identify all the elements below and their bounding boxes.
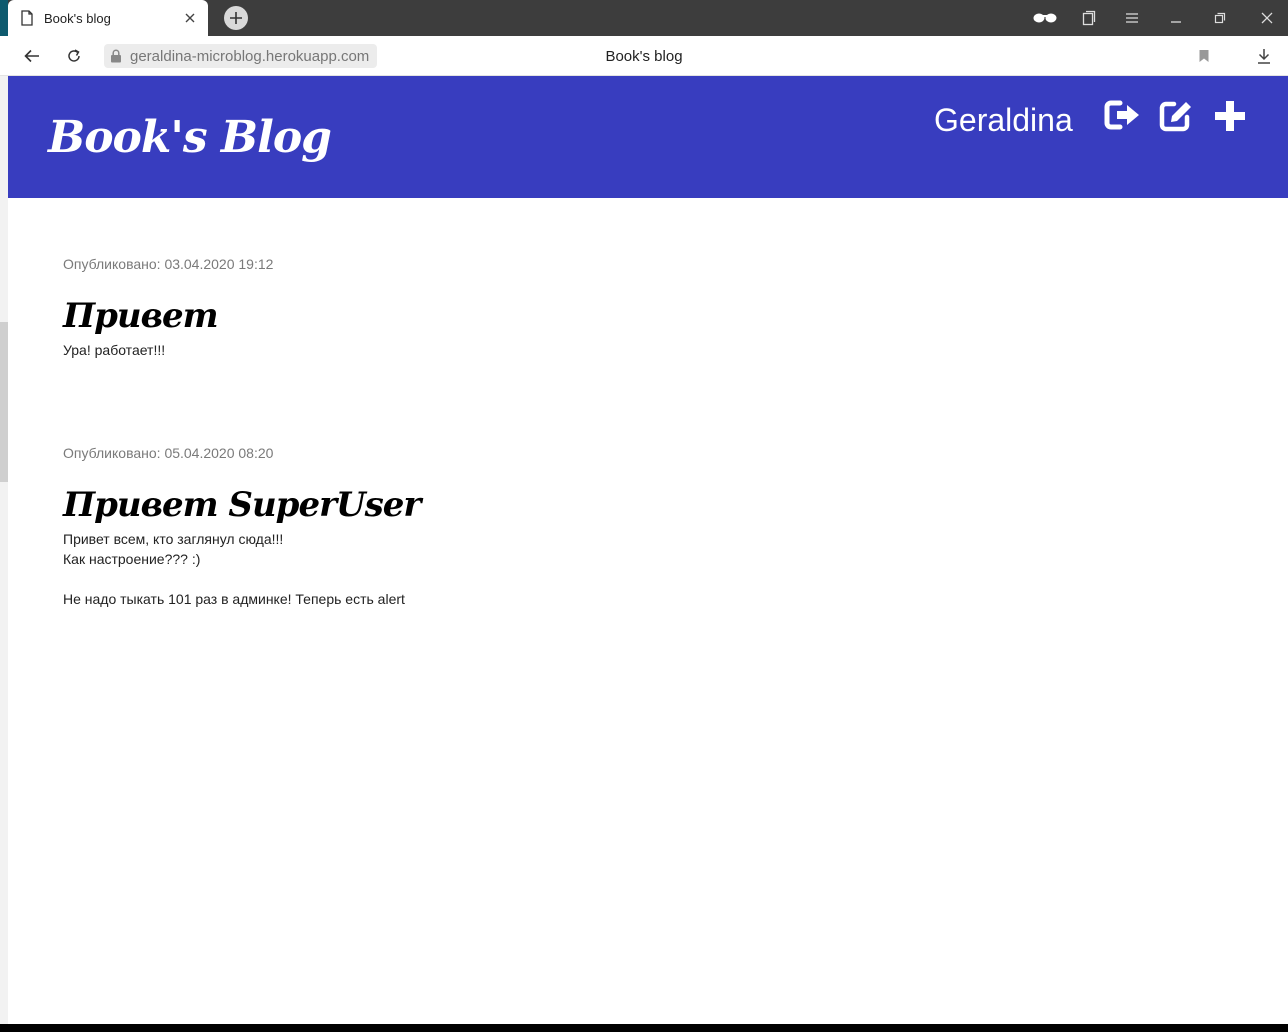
site-logo[interactable]: Book's Blog	[48, 112, 332, 163]
scrollbar-thumb[interactable]	[0, 322, 8, 482]
back-arrow-icon[interactable]	[22, 46, 42, 66]
url-field[interactable]: geraldina-microblog.herokuapp.com	[104, 44, 378, 68]
url-text: geraldina-microblog.herokuapp.com	[130, 47, 370, 65]
logout-icon[interactable]	[1104, 98, 1142, 134]
post-date: Опубликовано: 03.04.2020 19:12	[63, 256, 274, 272]
close-window-icon[interactable]	[1256, 8, 1278, 28]
address-bar: geraldina-microblog.herokuapp.com Book's…	[0, 36, 1288, 76]
minimize-icon[interactable]	[1165, 8, 1187, 28]
restore-icon[interactable]	[1209, 8, 1231, 28]
plus-icon	[230, 12, 242, 24]
post-item: Опубликовано: 05.04.2020 08:20 Привет Su…	[63, 445, 963, 609]
reload-icon[interactable]	[64, 46, 84, 66]
site-header: Book's Blog Geraldina	[8, 76, 1288, 198]
document-icon	[21, 10, 33, 26]
post-item: Опубликовано: 03.04.2020 19:12 Привет Ур…	[63, 256, 963, 360]
browser-titlebar: Book's blog	[0, 0, 1288, 36]
plus-icon[interactable]	[1211, 98, 1249, 134]
post-title[interactable]: Привет SuperUser	[63, 485, 963, 525]
download-icon[interactable]	[1254, 46, 1274, 66]
browser-tab[interactable]: Book's blog	[8, 0, 208, 36]
close-tab-icon[interactable]	[182, 10, 198, 26]
new-tab-button[interactable]	[224, 6, 248, 30]
post-body: Ура! работает!!!	[63, 342, 166, 358]
edit-icon[interactable]	[1158, 98, 1196, 134]
taskbar-edge	[0, 1024, 1288, 1032]
bookmark-icon[interactable]	[1194, 46, 1214, 66]
menu-icon[interactable]	[1121, 8, 1143, 28]
tab-title: Book's blog	[44, 10, 111, 26]
tab-accent	[0, 0, 8, 36]
post-date: Опубликовано: 05.04.2020 08:20	[63, 445, 274, 461]
collections-icon[interactable]	[1078, 8, 1100, 28]
incognito-glasses-icon[interactable]	[1032, 8, 1058, 28]
post-body: Привет всем, кто заглянул сюда!!! Как на…	[63, 531, 405, 607]
lock-icon	[111, 49, 121, 63]
left-scroll-gutter	[0, 76, 8, 1024]
post-title[interactable]: Привет	[63, 296, 963, 336]
username-label[interactable]: Geraldina	[934, 102, 1073, 139]
